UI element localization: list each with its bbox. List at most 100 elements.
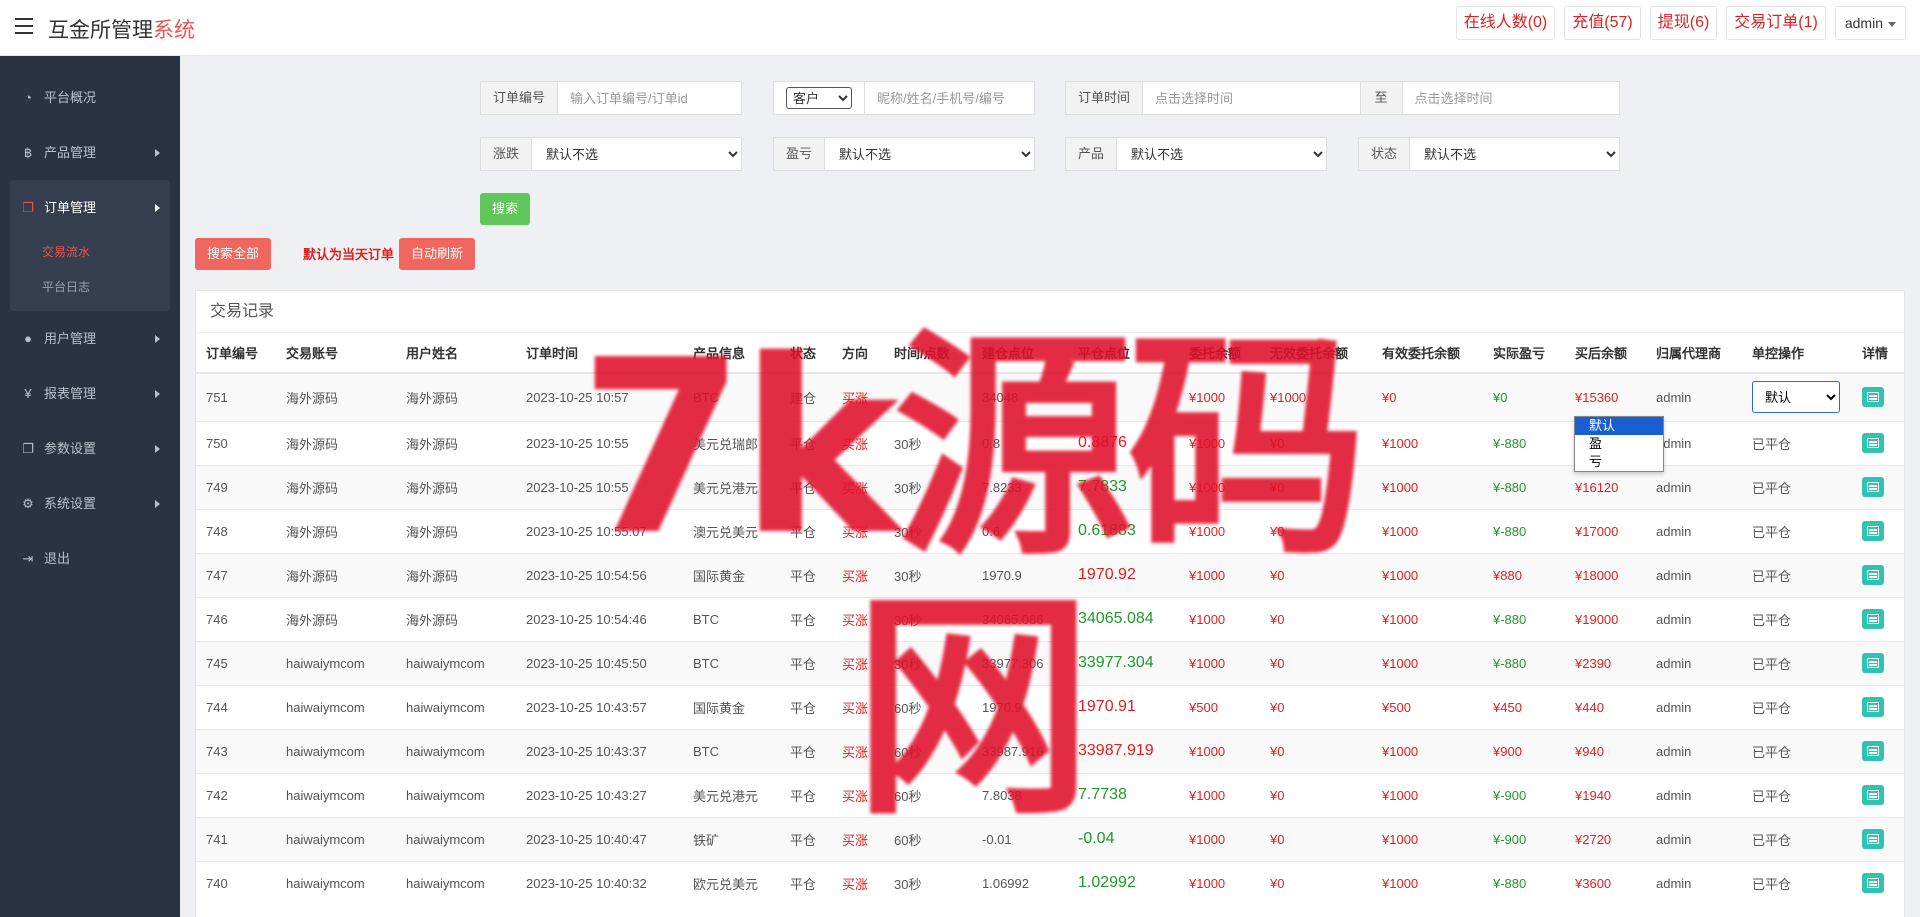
duration-cell: 30秒 xyxy=(884,596,972,641)
open-price-cell: 7.8038 xyxy=(972,772,1068,817)
detail-icon[interactable] xyxy=(1862,433,1884,453)
open-price-cell: 33987.916 xyxy=(972,728,1068,773)
entrust-balance-cell: ¥500 xyxy=(1179,684,1260,729)
sidebar-subitem-trade-flow[interactable]: 交易流水 xyxy=(10,235,170,270)
actual-pnl-cell: ¥-880 xyxy=(1483,464,1565,509)
sidebar-item-overview[interactable]: ◔ 平台概况 xyxy=(0,70,180,125)
product-cell: BTC xyxy=(683,728,780,773)
open-price-cell: -0.01 xyxy=(972,816,1068,861)
customer-search-input[interactable] xyxy=(864,82,1034,114)
product-select[interactable]: 默认不选 xyxy=(1117,138,1326,170)
online-users-button[interactable]: 在线人数(0) xyxy=(1455,6,1556,40)
direction-cell: 买涨 xyxy=(832,728,884,773)
chevron-right-icon xyxy=(155,390,160,398)
order-time-cell: 2023-10-25 10:55 xyxy=(516,420,683,465)
product-cell: 美元兑港元 xyxy=(683,772,780,817)
valid-entrust-cell: ¥1000 xyxy=(1372,860,1483,905)
ctrl-option-loss[interactable]: 亏 xyxy=(1575,453,1663,471)
chevron-right-icon xyxy=(155,335,160,343)
single-control-cell: 已平仓 xyxy=(1742,508,1852,553)
order-time-cell: 2023-10-25 10:40:47 xyxy=(516,816,683,861)
column-header: 平仓点位 xyxy=(1068,333,1179,374)
time-start-input[interactable] xyxy=(1143,82,1360,114)
single-control-cell: 已平仓 xyxy=(1742,420,1852,465)
search-all-button[interactable]: 搜索全部 xyxy=(195,238,272,270)
detail-cell xyxy=(1852,464,1904,509)
sidebar-item-label: 订单管理 xyxy=(44,200,97,215)
table-header-row: 订单编号 交易账号 用户姓名 订单时间 产品信息 状态 方向 时间/点数 建仓点位 平仓点位 委托余… xyxy=(196,333,1904,374)
detail-icon[interactable] xyxy=(1862,829,1884,849)
ctrl-option-profit[interactable]: 盈 xyxy=(1575,435,1663,453)
trade-orders-button[interactable]: 交易订单(1) xyxy=(1726,6,1826,40)
auto-refresh-button[interactable]: 自动刷新 xyxy=(399,238,476,270)
sidebar-group-orders: ❐ 订单管理 交易流水 平台日志 xyxy=(10,180,170,311)
detail-icon[interactable] xyxy=(1862,477,1884,497)
single-control-select[interactable]: 默认 xyxy=(1752,381,1840,414)
rise-fall-select[interactable]: 默认不选 xyxy=(532,138,741,170)
yen-icon: ¥ xyxy=(24,386,32,401)
invalid-entrust-cell: ¥0 xyxy=(1260,420,1372,465)
time-end-input[interactable] xyxy=(1402,82,1619,114)
withdraw-button[interactable]: 提现(6) xyxy=(1649,6,1718,40)
direction-cell: 买涨 xyxy=(832,420,884,465)
order-id-cell: 748 xyxy=(196,508,276,553)
status-cell: 平仓 xyxy=(780,640,832,685)
sidebar: ◔ 平台概况 ฿ 产品管理 ❐ 订单管理 交易流水 平台日志 ● 用户管理 ¥ … xyxy=(0,56,180,917)
status-select[interactable]: 默认不选 xyxy=(1410,138,1619,170)
valid-entrust-cell: ¥1000 xyxy=(1372,816,1483,861)
detail-icon[interactable] xyxy=(1862,873,1884,894)
valid-entrust-cell: ¥0 xyxy=(1372,372,1483,421)
sidebar-item-products[interactable]: ฿ 产品管理 xyxy=(0,125,180,180)
menu-toggle-icon[interactable] xyxy=(15,18,33,34)
sidebar-item-label: 系统设置 xyxy=(44,496,97,511)
column-header: 订单时间 xyxy=(516,333,683,374)
sidebar-item-users[interactable]: ● 用户管理 xyxy=(0,311,180,366)
order-time-cell: 2023-10-25 10:57 xyxy=(516,372,683,421)
valid-entrust-cell: ¥500 xyxy=(1372,684,1483,729)
table-row: 744 haiwaiymcom haiwaiymcom 2023-10-25 10:4… xyxy=(196,684,1904,729)
customer-type-select[interactable]: 客户 xyxy=(786,87,852,109)
duration-cell: 60秒 xyxy=(884,684,972,729)
order-time-cell: 2023-10-25 10:43:37 xyxy=(516,728,683,773)
user-icon: ● xyxy=(24,331,32,346)
order-id-cell: 740 xyxy=(196,860,276,905)
detail-icon[interactable] xyxy=(1862,609,1884,629)
sidebar-subitem-platform-log[interactable]: 平台日志 xyxy=(10,270,170,305)
recharge-button[interactable]: 充值(57) xyxy=(1564,6,1641,40)
detail-icon[interactable] xyxy=(1862,565,1884,585)
sidebar-item-orders[interactable]: ❐ 订单管理 xyxy=(10,180,170,235)
detail-icon[interactable] xyxy=(1862,697,1884,717)
entrust-balance-cell: ¥1000 xyxy=(1179,596,1260,641)
profit-loss-select[interactable]: 默认不选 xyxy=(825,138,1034,170)
valid-entrust-cell: ¥1000 xyxy=(1372,420,1483,465)
sidebar-item-params[interactable]: ❐ 参数设置 xyxy=(0,421,180,476)
column-header: 订单编号 xyxy=(196,333,276,374)
sidebar-item-logout[interactable]: ⇥ 退出 xyxy=(0,531,180,586)
duration-cell: 30秒 xyxy=(884,508,972,553)
user-name-cell: haiwaiymcom xyxy=(396,728,516,773)
detail-icon[interactable] xyxy=(1862,521,1884,541)
duration-cell: 30秒 xyxy=(884,464,972,509)
sidebar-item-reports[interactable]: ¥ 报表管理 xyxy=(0,366,180,421)
account-cell: haiwaiymcom xyxy=(276,816,396,861)
detail-icon[interactable] xyxy=(1862,785,1884,805)
account-cell: haiwaiymcom xyxy=(276,860,396,905)
detail-cell xyxy=(1852,420,1904,465)
column-header: 归属代理商 xyxy=(1646,333,1742,374)
user-menu-button[interactable]: admin xyxy=(1834,6,1906,40)
agent-cell: admin xyxy=(1646,596,1742,641)
search-button[interactable]: 搜索 xyxy=(480,193,531,225)
detail-icon[interactable] xyxy=(1862,741,1884,761)
status-cell: 平仓 xyxy=(780,816,832,861)
detail-icon[interactable] xyxy=(1862,653,1884,673)
order-no-input[interactable] xyxy=(558,82,741,114)
detail-icon[interactable] xyxy=(1862,387,1884,408)
order-no-filter: 订单编号 xyxy=(480,81,742,115)
table-row: 743 haiwaiymcom haiwaiymcom 2023-10-25 10:4… xyxy=(196,728,1904,773)
detail-cell xyxy=(1852,640,1904,685)
sidebar-item-system[interactable]: ⚙ 系统设置 xyxy=(0,476,180,531)
ctrl-option-default[interactable]: 默认 xyxy=(1575,417,1663,435)
entrust-balance-cell: ¥1000 xyxy=(1179,420,1260,465)
duration-cell: 60秒 xyxy=(884,816,972,861)
entrust-balance-cell: ¥1000 xyxy=(1179,372,1260,421)
